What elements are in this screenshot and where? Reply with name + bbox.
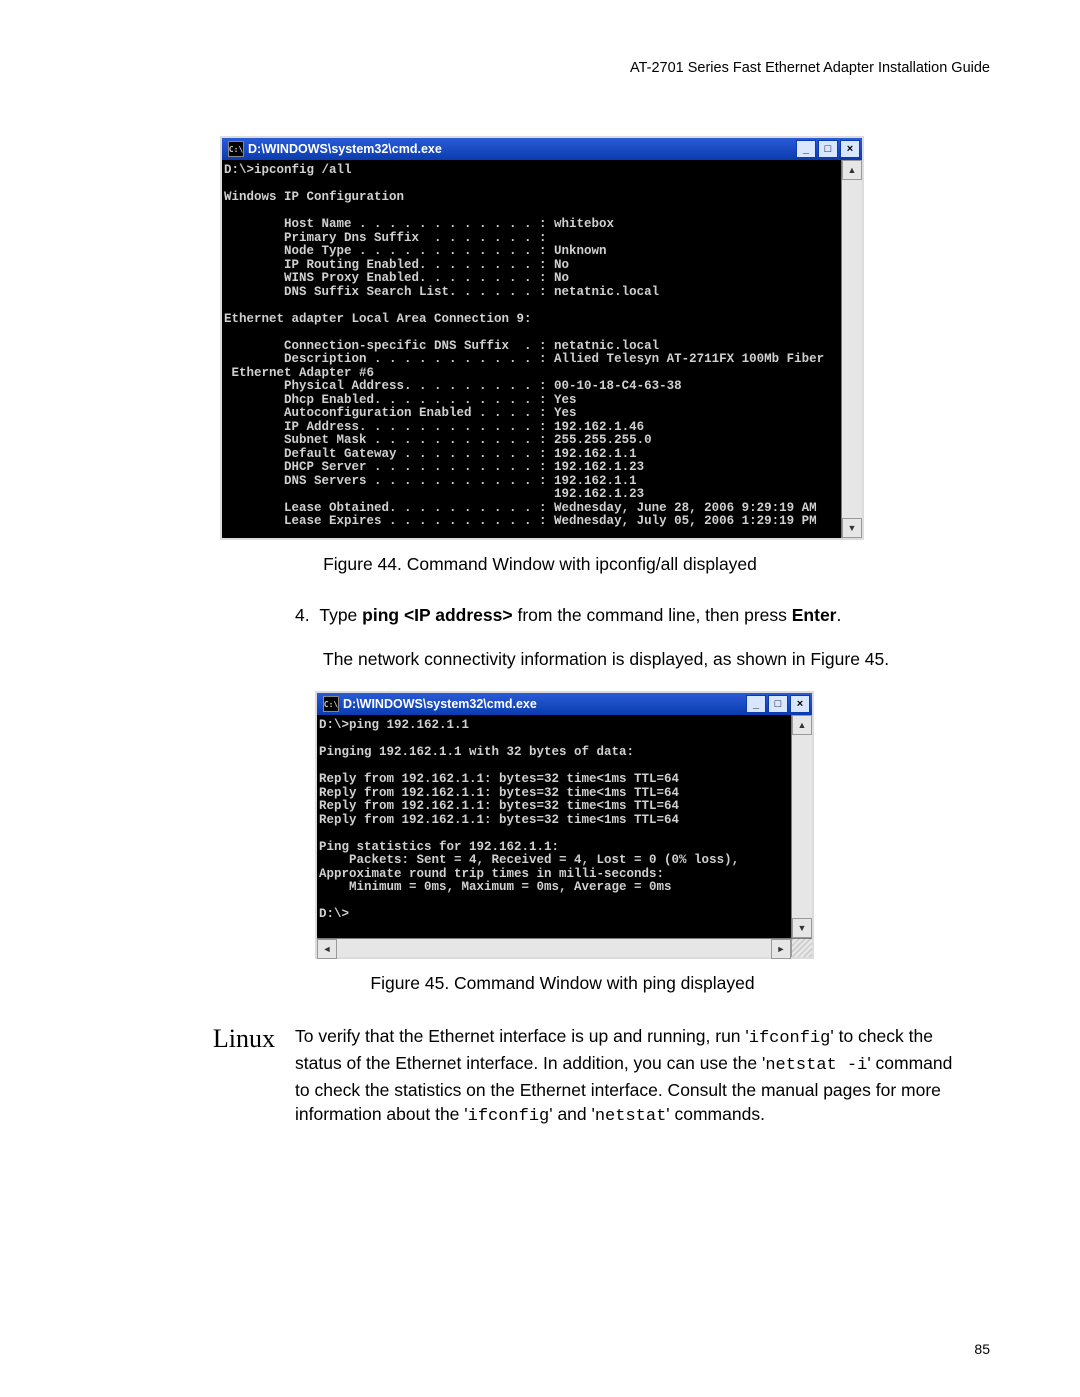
ifconfig-code: ifconfig xyxy=(749,1029,831,1048)
figure-caption-44: Figure 44. Command Window with ipconfig/… xyxy=(220,554,860,575)
cmd-icon: C:\ xyxy=(323,696,339,712)
titlebar-text: D:\WINDOWS\system32\cmd.exe xyxy=(248,142,442,156)
scroll-track[interactable] xyxy=(842,180,862,518)
terminal-output: D:\>ipconfig /all Windows IP Configurati… xyxy=(222,160,841,538)
vertical-scrollbar[interactable]: ▲ ▼ xyxy=(841,160,862,538)
minimize-button[interactable]: _ xyxy=(796,140,816,158)
linux-heading: Linux xyxy=(190,1024,275,1054)
scroll-track[interactable] xyxy=(792,735,812,918)
scroll-up-icon[interactable]: ▲ xyxy=(842,160,862,180)
netstat-code: netstat -i xyxy=(765,1056,867,1075)
step-text: Type xyxy=(319,605,362,625)
close-button[interactable]: × xyxy=(790,695,810,713)
maximize-button[interactable]: □ xyxy=(818,140,838,158)
scroll-down-icon[interactable]: ▼ xyxy=(842,518,862,538)
page-header: AT-2701 Series Fast Ethernet Adapter Ins… xyxy=(90,60,990,76)
horizontal-scrollbar[interactable]: ◄ ► xyxy=(317,938,812,957)
linux-section: Linux To verify that the Ethernet interf… xyxy=(90,1024,990,1129)
step-description: The network connectivity information is … xyxy=(323,647,960,671)
cmd-window-ipconfig: C:\ D:\WINDOWS\system32\cmd.exe _ □ × D:… xyxy=(220,136,864,540)
scroll-track[interactable] xyxy=(337,939,771,957)
netstat-code: netstat xyxy=(595,1107,666,1126)
close-button[interactable]: × xyxy=(840,140,860,158)
scroll-down-icon[interactable]: ▼ xyxy=(792,918,812,938)
terminal-output: D:\>ping 192.162.1.1 Pinging 192.162.1.1… xyxy=(317,715,791,938)
scroll-left-icon[interactable]: ◄ xyxy=(317,939,337,959)
terminal-body: D:\>ping 192.162.1.1 Pinging 192.162.1.1… xyxy=(317,715,812,938)
figure-caption-45: Figure 45. Command Window with ping disp… xyxy=(315,973,810,994)
linux-body-text: To verify that the Ethernet interface is… xyxy=(295,1024,970,1129)
titlebar: C:\ D:\WINDOWS\system32\cmd.exe _ □ × xyxy=(317,693,812,715)
terminal-body: D:\>ipconfig /all Windows IP Configurati… xyxy=(222,160,862,538)
minimize-button[interactable]: _ xyxy=(746,695,766,713)
step-4: 4. Type ping <IP address> from the comma… xyxy=(295,603,960,671)
vertical-scrollbar[interactable]: ▲ ▼ xyxy=(791,715,812,938)
page-number: 85 xyxy=(974,1341,990,1357)
cmd-window-ping: C:\ D:\WINDOWS\system32\cmd.exe _ □ × D:… xyxy=(315,691,814,959)
document-page: AT-2701 Series Fast Ethernet Adapter Ins… xyxy=(0,0,1080,1397)
cmd-icon: C:\ xyxy=(228,141,244,157)
ifconfig-code: ifconfig xyxy=(468,1107,550,1126)
resize-grip[interactable] xyxy=(791,939,812,957)
scroll-right-icon[interactable]: ► xyxy=(771,939,791,959)
titlebar-text: D:\WINDOWS\system32\cmd.exe xyxy=(343,697,537,711)
scroll-up-icon[interactable]: ▲ xyxy=(792,715,812,735)
enter-key: Enter xyxy=(792,605,837,625)
maximize-button[interactable]: □ xyxy=(768,695,788,713)
titlebar: C:\ D:\WINDOWS\system32\cmd.exe _ □ × xyxy=(222,138,862,160)
step-number: 4. xyxy=(295,605,310,625)
ping-command: ping <IP address> xyxy=(362,605,512,625)
